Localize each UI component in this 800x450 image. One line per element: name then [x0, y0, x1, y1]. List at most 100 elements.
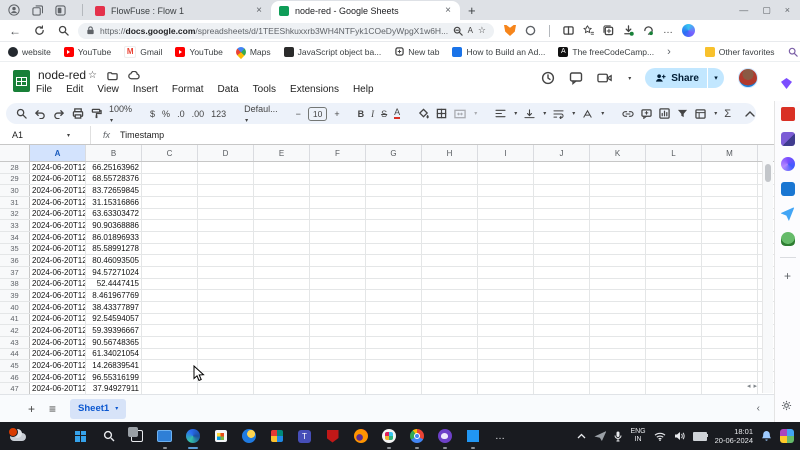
cell-timestamp[interactable]: 2024-06-20T12:2	[30, 337, 86, 348]
close-button[interactable]: ×	[785, 5, 790, 16]
bookmark-maps[interactable]: Maps	[236, 47, 271, 57]
tab-actions-icon[interactable]	[55, 5, 66, 16]
metamask-extension-icon[interactable]	[504, 25, 516, 36]
weather-widget[interactable]	[8, 427, 30, 443]
addon-tree-icon[interactable]	[781, 232, 795, 246]
cloud-status-icon[interactable]	[128, 70, 140, 81]
addon-telegram-icon[interactable]	[781, 207, 795, 221]
bookmarks-overflow-chevron[interactable]: ›	[667, 46, 671, 58]
cell-timestamp[interactable]: 2024-06-20T12:2	[30, 267, 86, 278]
empty-cells[interactable]	[142, 162, 774, 173]
cell-value[interactable]: 90.56748365	[86, 337, 142, 348]
gem-icon[interactable]	[781, 78, 792, 89]
empty-cells[interactable]	[142, 314, 774, 325]
cell-value[interactable]: 8.461967769	[86, 290, 142, 301]
cell-value[interactable]: 63.63303472	[86, 209, 142, 220]
settings-gear-icon[interactable]	[781, 400, 792, 414]
fill-color-icon[interactable]	[418, 108, 429, 119]
language-indicator[interactable]: ENGIN	[630, 428, 645, 444]
cell-value[interactable]: 52.4447415	[86, 279, 142, 290]
cell-value[interactable]: 92.54594057	[86, 314, 142, 325]
cell-value[interactable]: 59.39396667	[86, 325, 142, 336]
collections-icon[interactable]	[603, 25, 614, 36]
cell-value[interactable]: 38.43377897	[86, 302, 142, 313]
settings-dots-icon[interactable]: …	[663, 25, 673, 36]
teams-icon[interactable]: T	[296, 428, 313, 445]
comments-icon[interactable]	[569, 71, 583, 85]
cell-timestamp[interactable]: 2024-06-20T12:2	[30, 372, 86, 383]
favorite-star-icon[interactable]: ☆	[478, 25, 486, 36]
redo-icon[interactable]	[53, 109, 65, 119]
bookmark-javascript[interactable]: JavaScript object ba...	[284, 47, 382, 57]
name-box-caret-icon[interactable]: ▾	[67, 132, 70, 139]
tab-close-icon[interactable]: ×	[253, 5, 265, 17]
empty-cells[interactable]	[142, 197, 774, 208]
more-formats-button[interactable]: 123	[211, 109, 226, 119]
column-header[interactable]: D	[198, 145, 254, 161]
undo-icon[interactable]	[34, 109, 46, 119]
bold-button[interactable]: B	[358, 109, 365, 119]
cell-value[interactable]: 85.58991278	[86, 244, 142, 255]
empty-cells[interactable]	[142, 360, 774, 371]
row-header[interactable]: 38	[0, 279, 30, 290]
read-aloud-icon[interactable]: A	[468, 26, 473, 35]
collapse-panel-icon[interactable]: ‹	[757, 403, 760, 414]
browser-tab-flowfuse[interactable]: FlowFuse : Flow 1 ×	[87, 1, 271, 20]
empty-cells[interactable]	[142, 267, 774, 278]
cell-timestamp[interactable]: 2024-06-20T12:2	[30, 302, 86, 313]
empty-cells[interactable]	[142, 185, 774, 196]
row-header[interactable]: 46	[0, 372, 30, 383]
vertical-scrollbar[interactable]	[762, 161, 773, 393]
menu-item[interactable]: File	[36, 84, 52, 95]
mcafee-icon[interactable]	[324, 428, 341, 445]
google-sheets-logo[interactable]	[13, 70, 30, 92]
all-sheets-icon[interactable]: ≡	[49, 402, 56, 416]
taskbar-search-icon[interactable]	[100, 428, 117, 445]
split-screen-icon[interactable]	[563, 25, 574, 36]
bookmark-freecodecamp[interactable]: A The freeCodeCamp...	[558, 47, 654, 57]
row-header[interactable]: 29	[0, 174, 30, 185]
addon-person-icon[interactable]	[781, 132, 795, 146]
row-header[interactable]: 33	[0, 220, 30, 231]
search-icon[interactable]	[54, 25, 72, 36]
get-addons-icon[interactable]: +	[784, 269, 791, 283]
increase-decimals-button[interactable]: .00	[192, 109, 205, 119]
onedrive-paused-icon[interactable]	[594, 431, 606, 441]
text-wrap-caret-icon[interactable]: ▾	[572, 110, 575, 117]
addon-camera-icon[interactable]	[781, 182, 795, 196]
column-header[interactable]: G	[366, 145, 422, 161]
empty-cells[interactable]	[142, 174, 774, 185]
font-select[interactable]: Defaul... ▾	[244, 104, 278, 124]
task-view-icon[interactable]	[128, 428, 145, 445]
cell-value[interactable]: 90.90368886	[86, 220, 142, 231]
cell-timestamp[interactable]: 2024-06-20T12:2	[30, 314, 86, 325]
empty-cells[interactable]	[142, 255, 774, 266]
cell-value[interactable]: 80.46093505	[86, 255, 142, 266]
empty-cells[interactable]	[142, 325, 774, 336]
empty-cells[interactable]	[142, 337, 774, 348]
start-button[interactable]	[72, 428, 89, 445]
minimize-button[interactable]: —	[739, 5, 748, 16]
cell-value[interactable]: 61.34021054	[86, 349, 142, 360]
row-header[interactable]: 32	[0, 209, 30, 220]
firefox-icon[interactable]	[352, 428, 369, 445]
document-title[interactable]: node-red	[38, 68, 86, 82]
italic-button[interactable]: I	[371, 109, 374, 119]
cell-timestamp[interactable]: 2024-06-20T12:2	[30, 325, 86, 336]
tab-close-icon[interactable]: ×	[442, 5, 454, 17]
taskbar-clock[interactable]: 18:0120-06-2024	[715, 427, 753, 445]
row-header[interactable]: 39	[0, 290, 30, 301]
functions-icon[interactable]: Σ	[724, 108, 731, 120]
insert-link-icon[interactable]	[622, 110, 634, 118]
font-size-input[interactable]: 10	[308, 107, 327, 121]
column-header[interactable]: J	[534, 145, 590, 161]
row-header[interactable]: 40	[0, 302, 30, 313]
cell-value[interactable]: 83.72659845	[86, 185, 142, 196]
new-tab-button[interactable]: +	[468, 3, 476, 18]
menu-item[interactable]: Tools	[253, 84, 276, 95]
bookmark-website[interactable]: website	[8, 47, 51, 57]
row-header[interactable]: 37	[0, 267, 30, 278]
wifi-icon[interactable]	[654, 432, 666, 441]
cell-value[interactable]: 96.55316199	[86, 372, 142, 383]
empty-cells[interactable]	[142, 302, 774, 313]
